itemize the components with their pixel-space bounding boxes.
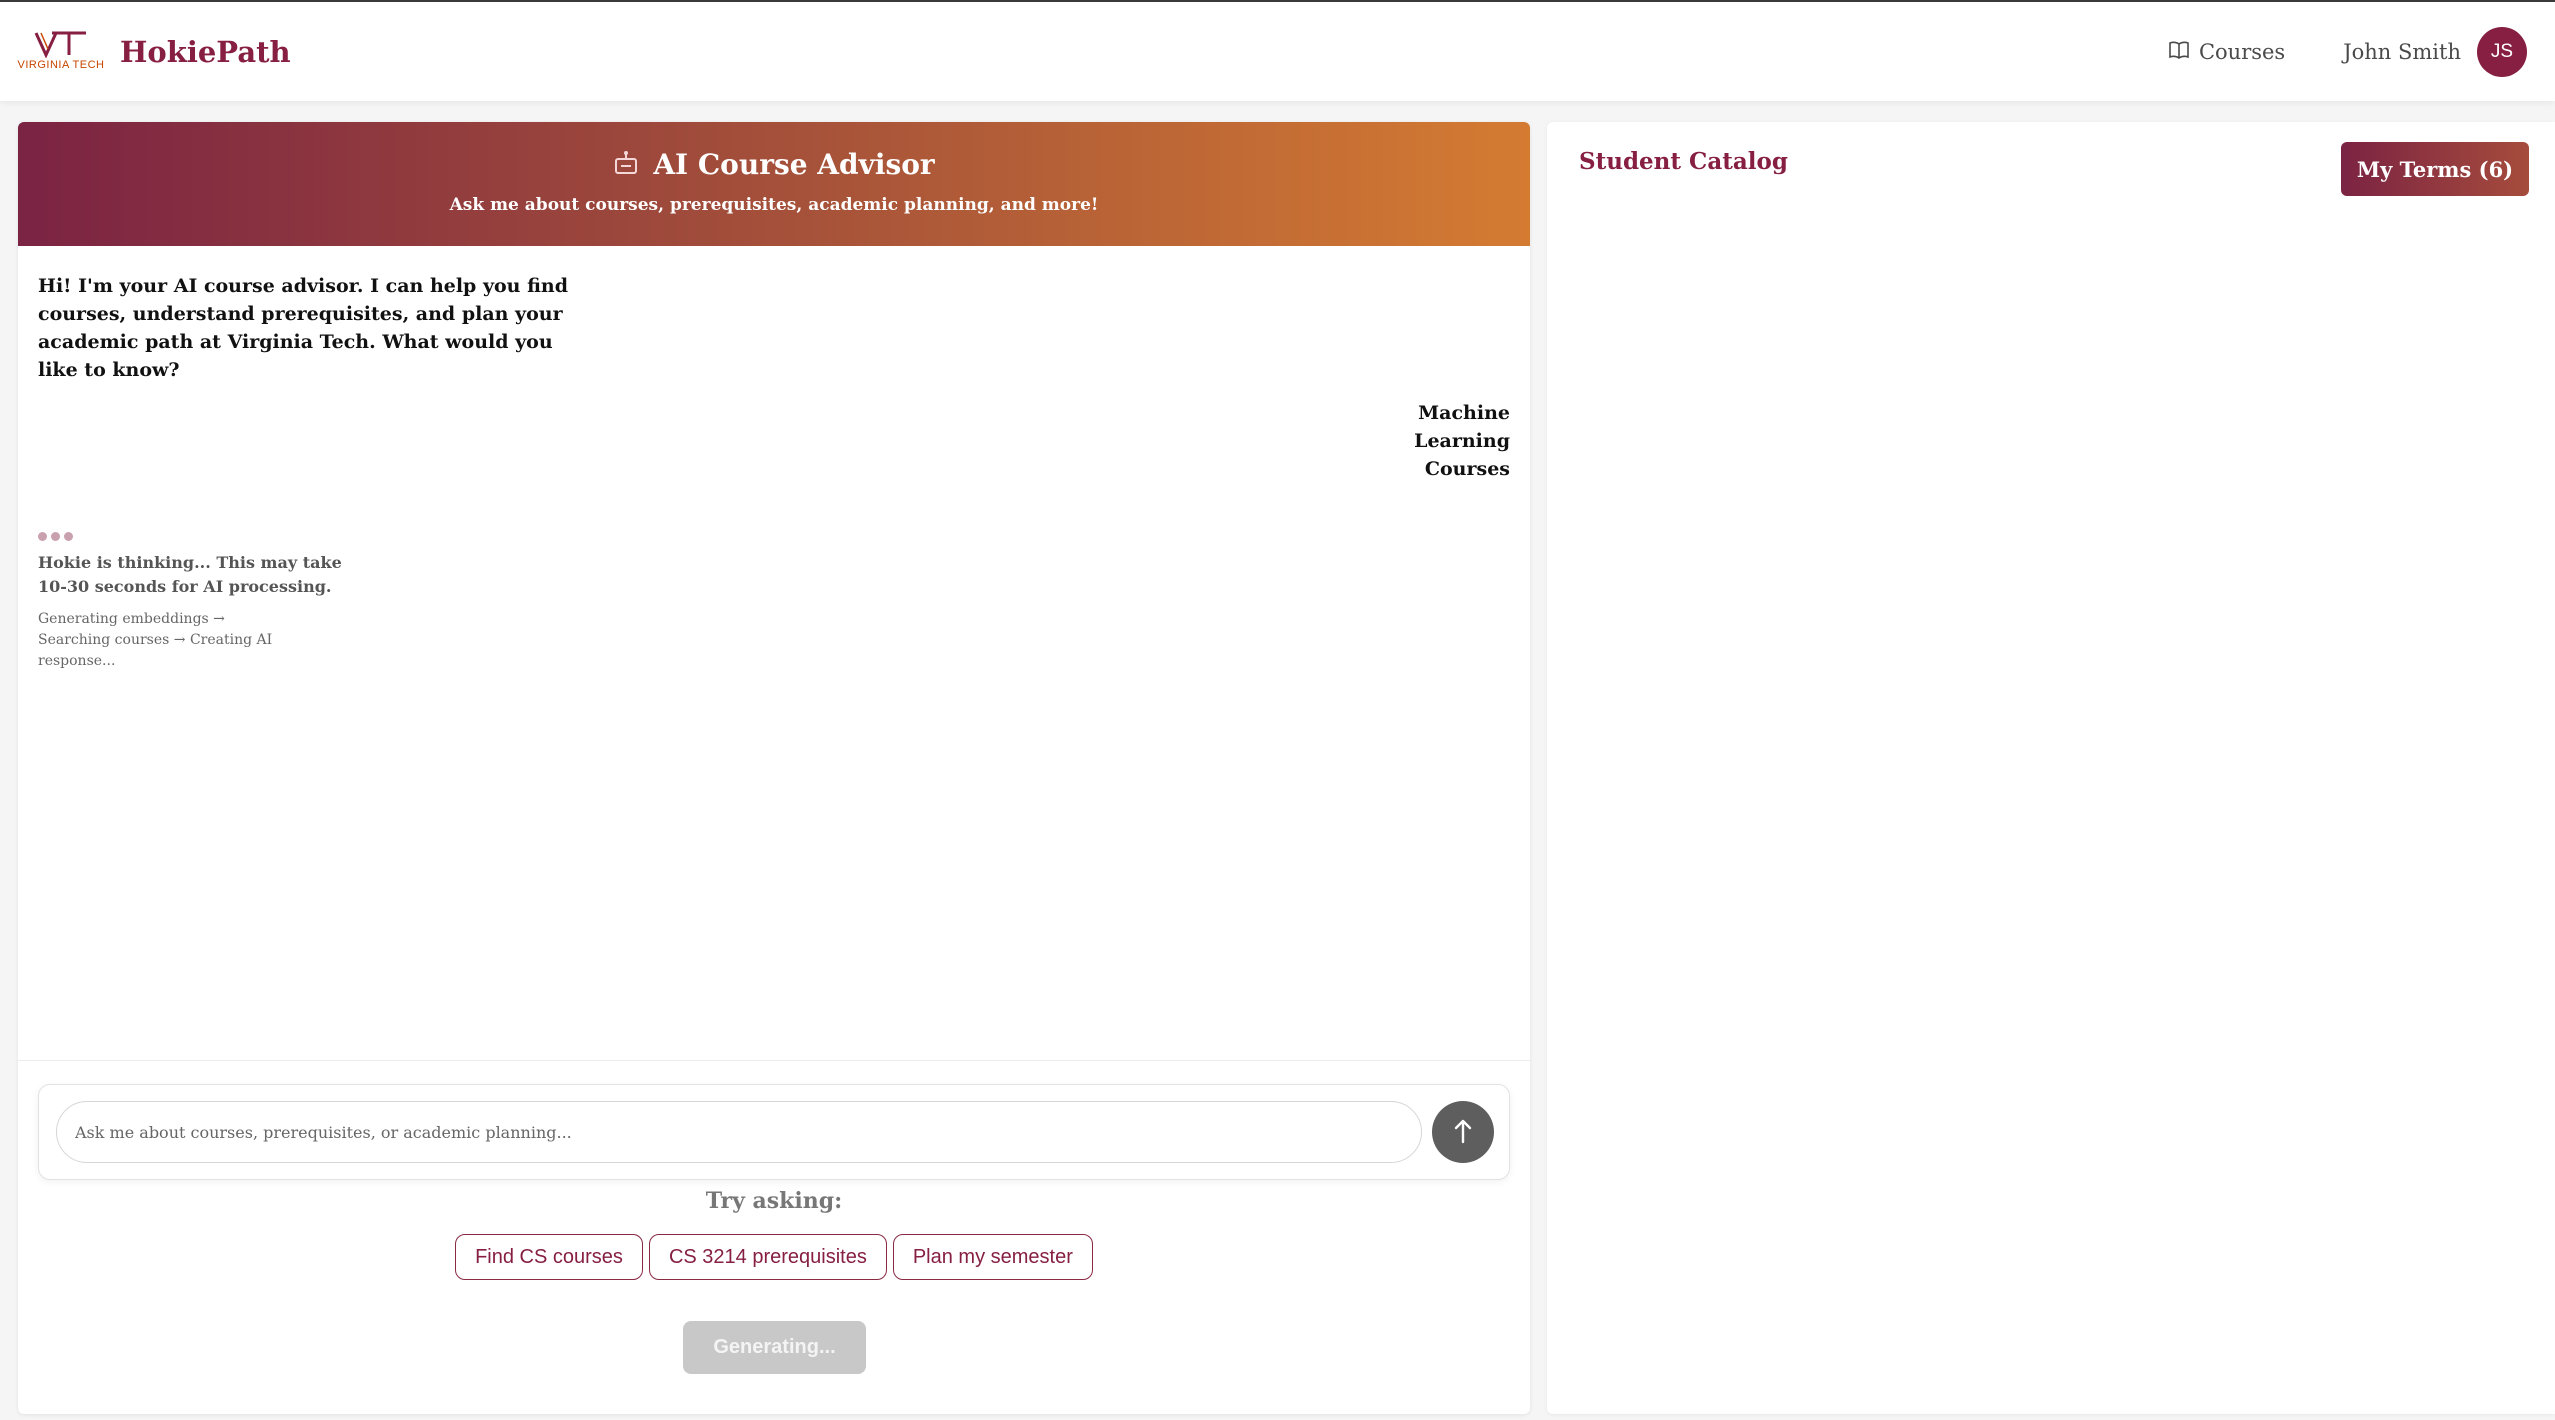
assistant-message: Hi! I'm your AI course advisor. I can he… [38, 275, 569, 381]
chat-input[interactable] [56, 1101, 1422, 1163]
thinking-text: Hokie is thinking... This may take 10-30… [38, 553, 342, 596]
send-button[interactable] [1432, 1101, 1494, 1163]
top-navbar: VIRGINIA TECH HokiePath Courses John Smi… [0, 0, 2555, 101]
chat-title: AI Course Advisor [18, 148, 1530, 181]
arrow-up-icon [1453, 1118, 1473, 1147]
user-name: John Smith [2343, 39, 2461, 64]
typing-dot [64, 532, 73, 541]
chat-subtitle: Ask me about courses, prerequisites, aca… [449, 195, 1099, 215]
nav-right: Courses John Smith JS [2169, 26, 2527, 77]
brand-name: HokiePath [120, 34, 291, 69]
user-message: Machine Learning Courses [1414, 402, 1510, 480]
book-icon [2169, 40, 2189, 64]
catalog-title: Student Catalog [1579, 148, 1788, 175]
catalog-panel: Student Catalog My Terms (6) [1547, 122, 2555, 1414]
try-asking-label: Try asking: [705, 1188, 843, 1214]
suggestion-chip-plan-my-semester[interactable]: Plan my semester [892, 1234, 1093, 1280]
thinking-steps: Generating embeddings → Searching course… [38, 611, 273, 669]
brand[interactable]: VIRGINIA TECH HokiePath [18, 30, 291, 74]
my-terms-button[interactable]: My Terms (6) [2341, 142, 2529, 196]
suggestion-chips: Find CS courses CS 3214 prerequisites Pl… [18, 1234, 1530, 1280]
nav-courses-link[interactable]: Courses [2169, 40, 2285, 64]
suggestion-chip-find-cs-courses[interactable]: Find CS courses [455, 1234, 643, 1280]
generating-button[interactable]: Generating... [683, 1321, 866, 1374]
user-menu[interactable]: John Smith JS [2343, 26, 2527, 77]
chat-header: AI Course Advisor Ask me about courses, … [18, 122, 1530, 246]
robot-icon [613, 150, 639, 180]
thinking-indicator: Hokie is thinking... This may take 10-30… [38, 532, 358, 672]
typing-dot [38, 532, 47, 541]
chat-input-card [38, 1084, 1510, 1180]
suggestion-chip-cs-3214-prerequisites[interactable]: CS 3214 prerequisites [648, 1234, 887, 1280]
chat-title-text: AI Course Advisor [653, 148, 935, 181]
message-list[interactable]: Hi! I'm your AI course advisor. I can he… [18, 246, 1530, 1061]
vt-logo-mark [34, 31, 86, 58]
chat-panel: AI Course Advisor Ask me about courses, … [18, 122, 1530, 1414]
typing-dot [51, 532, 60, 541]
typing-dots [38, 532, 358, 541]
vt-logo: VIRGINIA TECH [18, 30, 104, 74]
vt-logo-subtext: VIRGINIA TECH [17, 58, 105, 71]
nav-courses-label: Courses [2198, 39, 2286, 64]
avatar[interactable]: JS [2477, 26, 2527, 77]
